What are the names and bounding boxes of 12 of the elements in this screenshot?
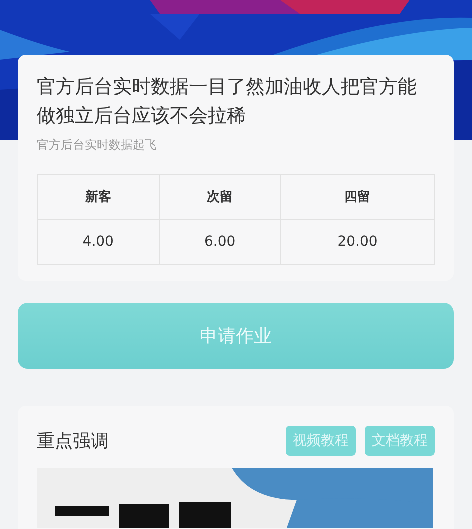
tutorial-button[interactable]: 文档教程 — [365, 426, 435, 456]
column-header: 四留 — [280, 174, 434, 220]
apply-button[interactable]: 申请作业 — [18, 303, 454, 369]
table-cell: 20.00 — [280, 220, 434, 264]
tutorial-button[interactable]: 视频教程 — [286, 426, 356, 456]
subtitle: 官方后台实时数据起飞 — [37, 137, 158, 154]
table-cell: 4.00 — [38, 220, 160, 264]
column-header: 新客 — [38, 174, 160, 220]
section-title: 重点强调 — [37, 430, 109, 453]
headline: 官方后台实时数据一目了然加油收人把官方能做独立后台应该不会拉稀 — [37, 75, 418, 129]
column-header: 次留 — [159, 174, 281, 220]
table-cell: 6.00 — [159, 220, 281, 264]
